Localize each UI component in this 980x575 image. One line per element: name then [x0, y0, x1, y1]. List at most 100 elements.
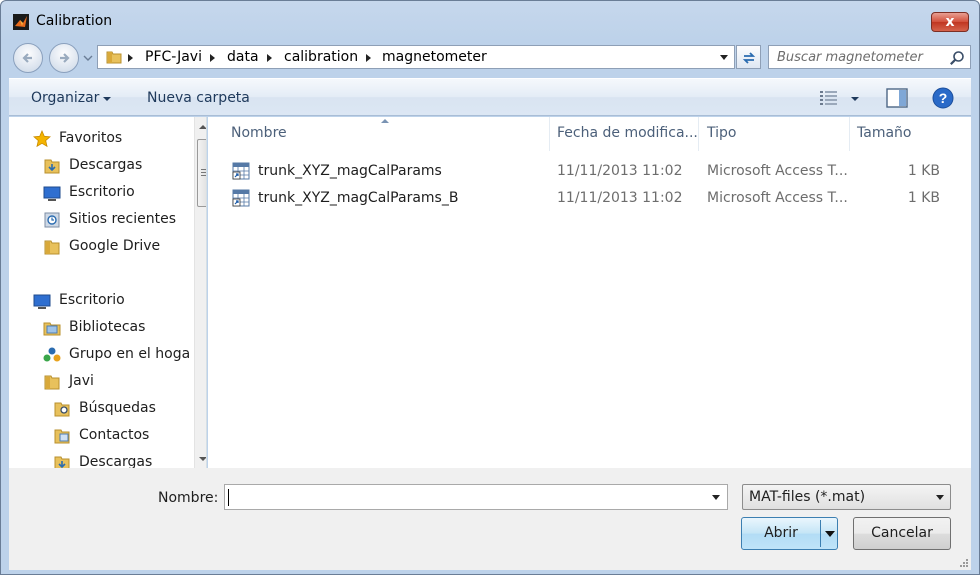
- nav-item-label: Escritorio: [69, 184, 135, 200]
- split-divider: [820, 520, 821, 547]
- file-size: 1 KB: [907, 163, 940, 179]
- address-bar[interactable]: PFC-Javi data calibration magnetometer: [97, 45, 735, 69]
- svg-text:?: ?: [939, 90, 948, 106]
- desktop-icon: [43, 186, 61, 201]
- file-row[interactable]: trunk_XYZ_magCalParams_B 11/11/2013 11:0…: [208, 186, 971, 210]
- file-name-input[interactable]: [229, 489, 699, 507]
- help-icon[interactable]: ?: [932, 87, 954, 109]
- file-row[interactable]: trunk_XYZ_magCalParams 11/11/2013 11:02 …: [208, 159, 971, 183]
- address-dropdown-icon[interactable]: [720, 55, 728, 60]
- column-divider[interactable]: [698, 117, 699, 151]
- refresh-button[interactable]: [736, 45, 761, 69]
- dialog-footer: Nombre: MAT-files (*.mat) Abrir Cancelar: [9, 468, 971, 570]
- matlab-icon: [13, 14, 29, 30]
- breadcrumb-item[interactable]: magnetometer: [382, 49, 487, 65]
- nav-item-label: Descargas: [69, 157, 143, 173]
- star-icon: [33, 130, 51, 148]
- nav-scrollbar[interactable]: [194, 117, 206, 468]
- file-name: trunk_XYZ_magCalParams: [258, 163, 442, 179]
- downloads-folder-icon: [54, 456, 70, 468]
- command-bar: Organizar Nueva carpeta ?: [9, 78, 971, 116]
- breadcrumb-item[interactable]: data: [227, 49, 259, 65]
- breadcrumb-separator-icon[interactable]: [267, 54, 272, 62]
- search-icon[interactable]: [949, 50, 965, 66]
- folder-icon: [44, 240, 60, 255]
- search-box[interactable]: [768, 45, 971, 69]
- contacts-folder-icon: [54, 429, 70, 444]
- chevron-down-icon: [936, 495, 944, 500]
- nav-item-label: Sitios recientes: [69, 211, 176, 227]
- arrow-right-icon: [60, 53, 70, 63]
- file-type-value: MAT-files (*.mat): [749, 489, 866, 505]
- resize-grip-icon[interactable]: [959, 558, 969, 568]
- file-name-label: Nombre:: [158, 490, 219, 506]
- window-title: Calibration: [36, 13, 113, 29]
- preview-pane-icon[interactable]: [886, 88, 908, 108]
- arrow-left-icon: [22, 53, 32, 63]
- nav-item-label: Descargas: [79, 454, 153, 468]
- file-dialog-window: Calibration x PFC-Javi data calibration …: [0, 0, 980, 575]
- nav-item-label: Búsquedas: [79, 400, 156, 416]
- searches-folder-icon: [54, 402, 70, 417]
- forward-button[interactable]: [49, 43, 79, 73]
- column-header-size[interactable]: Tamaño: [857, 125, 911, 141]
- column-header-type[interactable]: Tipo: [707, 125, 736, 141]
- file-name-combobox[interactable]: [224, 484, 728, 510]
- desktop-icon: [33, 294, 51, 309]
- breadcrumb-item[interactable]: PFC-Javi: [145, 49, 202, 65]
- file-size: 1 KB: [907, 190, 940, 206]
- recent-places-icon: [44, 212, 60, 228]
- column-header-date[interactable]: Fecha de modifica...: [557, 125, 698, 141]
- access-table-shortcut-icon: [232, 189, 250, 207]
- chevron-down-icon[interactable]: [712, 495, 720, 500]
- view-details-icon[interactable]: [819, 89, 839, 107]
- back-button[interactable]: [13, 43, 43, 73]
- breadcrumb-item[interactable]: calibration: [284, 49, 358, 65]
- breadcrumb-separator-icon[interactable]: [366, 54, 371, 62]
- homegroup-icon: [43, 347, 61, 362]
- open-dropdown-icon[interactable]: [825, 531, 835, 537]
- search-input[interactable]: [777, 49, 942, 65]
- column-header-name[interactable]: Nombre: [231, 125, 287, 141]
- organize-dropdown-icon[interactable]: [103, 97, 111, 101]
- file-name: trunk_XYZ_magCalParams_B: [258, 190, 459, 206]
- libraries-icon: [43, 322, 61, 336]
- new-folder-button[interactable]: Nueva carpeta: [147, 90, 250, 106]
- file-type: Microsoft Access T...: [707, 163, 848, 179]
- navigation-pane: Favoritos Descargas Escritorio Sitios re…: [9, 117, 207, 468]
- nav-item-label: Escritorio: [59, 292, 125, 308]
- user-folder-icon: [44, 375, 60, 390]
- nav-item-label: Favoritos: [59, 130, 123, 146]
- view-dropdown-icon[interactable]: [851, 97, 859, 101]
- scroll-up-icon[interactable]: [199, 125, 206, 129]
- sort-ascending-icon: [381, 119, 389, 123]
- close-icon: x: [945, 14, 955, 30]
- cancel-button[interactable]: Cancelar: [853, 517, 951, 550]
- close-button[interactable]: x: [931, 12, 969, 32]
- scroll-down-icon[interactable]: [199, 457, 206, 461]
- open-split-button[interactable]: Abrir: [741, 517, 838, 550]
- file-date: 11/11/2013 11:02: [557, 163, 683, 179]
- nav-item-label: Bibliotecas: [69, 319, 146, 335]
- nav-item-label: Google Drive: [69, 238, 161, 254]
- organize-button[interactable]: Organizar: [31, 90, 99, 106]
- file-list: Nombre Fecha de modifica... Tipo Tamaño …: [208, 117, 971, 468]
- folder-icon: [106, 51, 122, 64]
- access-table-shortcut-icon: [232, 162, 250, 180]
- nav-item-label: Contactos: [79, 427, 150, 443]
- breadcrumb-separator-icon[interactable]: [128, 54, 133, 62]
- file-date: 11/11/2013 11:02: [557, 190, 683, 206]
- column-divider[interactable]: [549, 117, 550, 151]
- nav-item-label: Javi: [69, 373, 94, 389]
- recent-locations-chevron-icon[interactable]: [83, 54, 93, 62]
- nav-item-label: Grupo en el hoga: [69, 346, 191, 362]
- breadcrumb-separator-icon[interactable]: [210, 54, 215, 62]
- refresh-icon: [742, 52, 756, 64]
- file-type: Microsoft Access T...: [707, 190, 848, 206]
- file-type-select[interactable]: MAT-files (*.mat): [742, 484, 951, 510]
- scroll-thumb[interactable]: [197, 139, 206, 207]
- column-divider[interactable]: [849, 117, 850, 151]
- downloads-folder-icon: [44, 159, 60, 174]
- title-bar: Calibration x: [1, 1, 979, 41]
- open-button[interactable]: Abrir: [742, 518, 820, 549]
